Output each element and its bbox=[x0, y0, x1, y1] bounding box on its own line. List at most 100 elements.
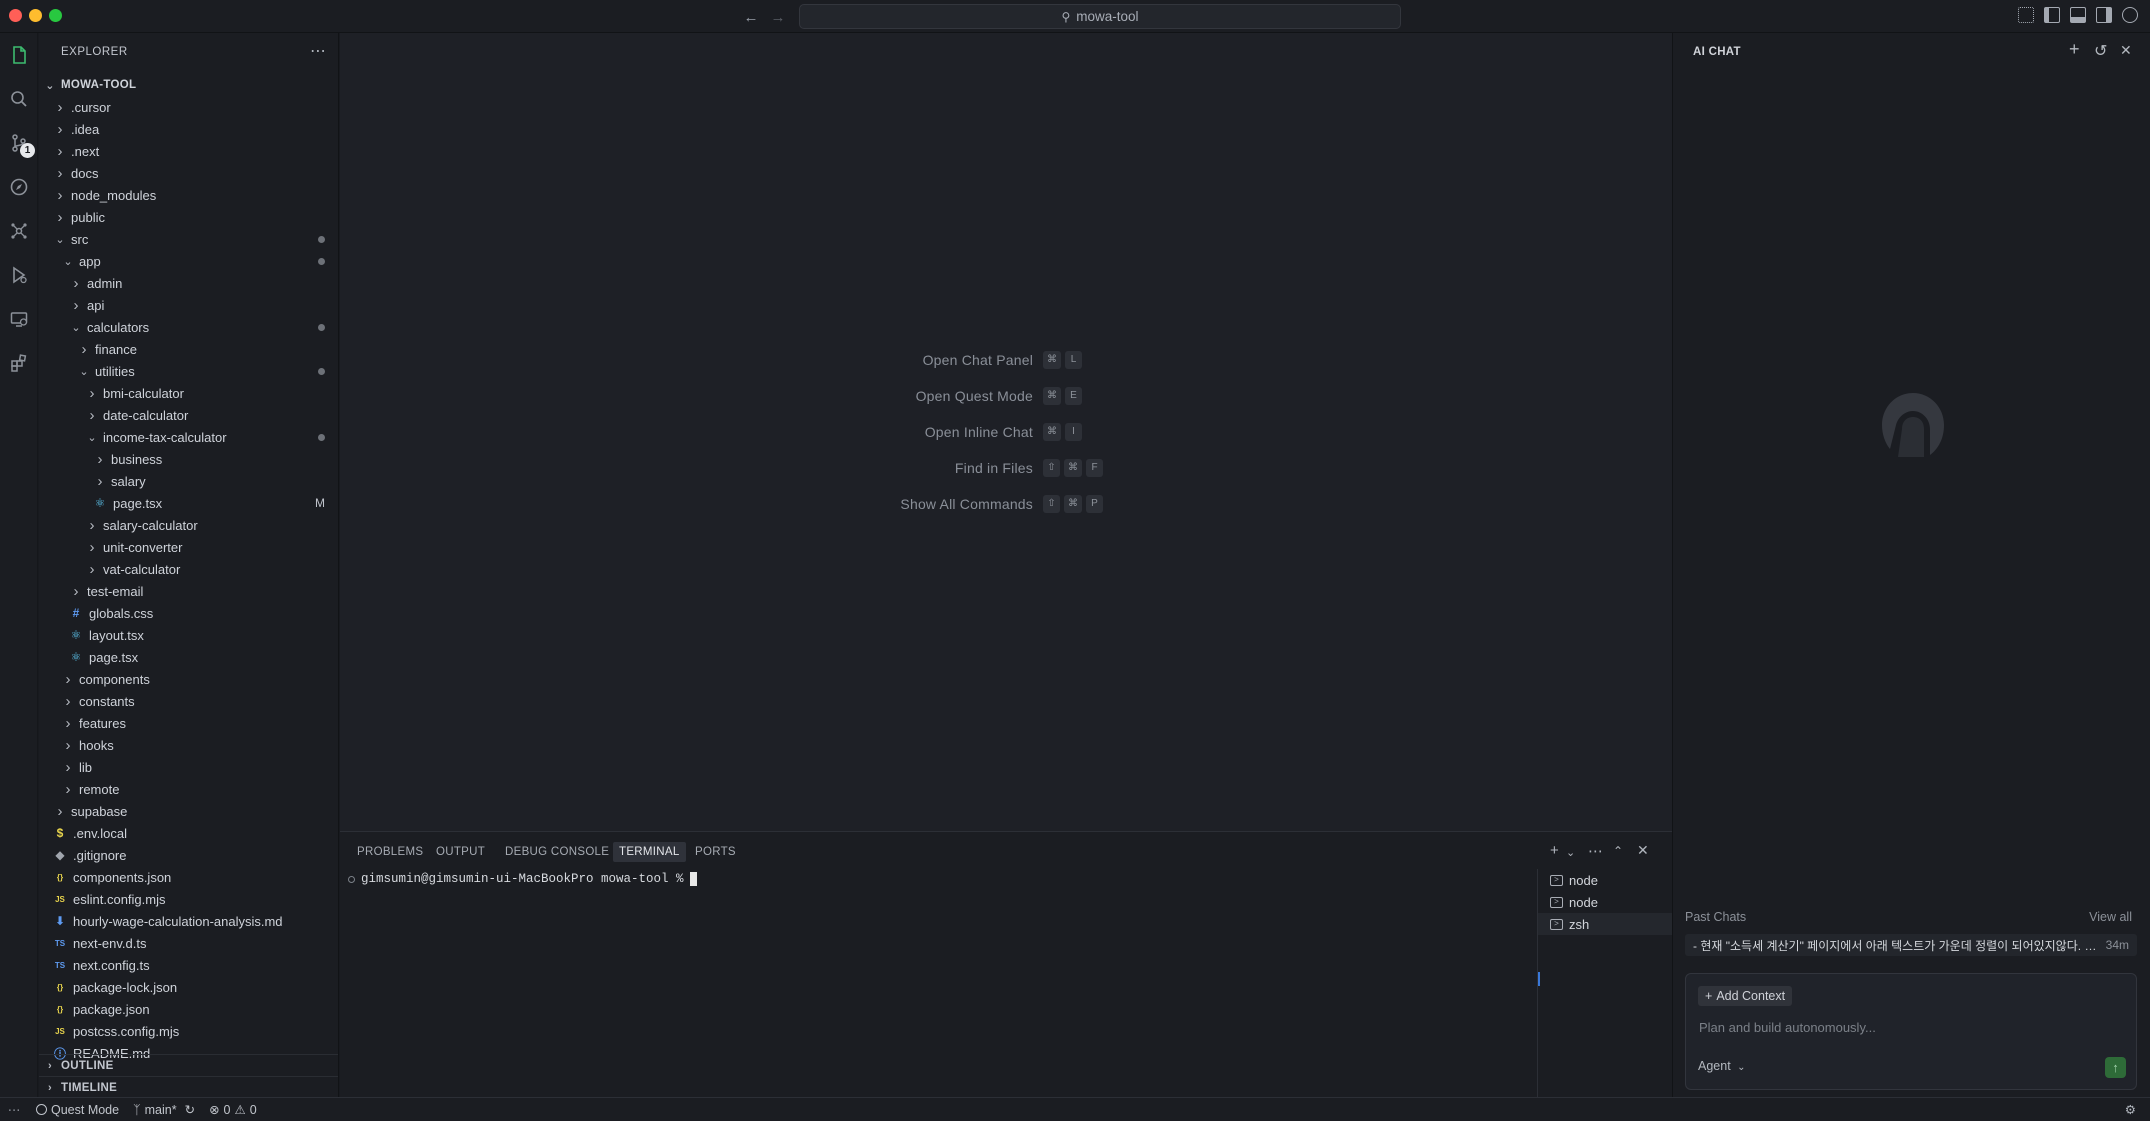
folder-item[interactable]: › .cursor bbox=[39, 96, 338, 118]
extensions-graph-icon[interactable] bbox=[7, 219, 31, 243]
folder-item[interactable]: › components bbox=[39, 668, 338, 690]
command-center-search[interactable]: ⚲ mowa-tool bbox=[799, 4, 1401, 29]
compass-icon[interactable] bbox=[7, 175, 31, 199]
minimize-window-button[interactable] bbox=[29, 9, 42, 22]
file-item[interactable]: {} components.json bbox=[39, 866, 338, 888]
chat-prompt-input[interactable] bbox=[1699, 1020, 2119, 1035]
close-panel-icon[interactable]: ✕ bbox=[1637, 842, 1649, 859]
quest-mode-item[interactable]: Quest Mode bbox=[36, 1103, 119, 1117]
forward-arrow-icon[interactable]: → bbox=[767, 6, 789, 28]
folder-item[interactable]: ⌄ app bbox=[39, 250, 338, 272]
terminal-instance[interactable]: > node bbox=[1538, 869, 1672, 891]
folder-item[interactable]: › node_modules bbox=[39, 184, 338, 206]
folder-item[interactable]: › vat-calculator bbox=[39, 558, 338, 580]
file-item[interactable]: {} package.json bbox=[39, 998, 338, 1020]
folder-item[interactable]: › public bbox=[39, 206, 338, 228]
extensions-icon[interactable] bbox=[7, 351, 31, 375]
remote-indicator[interactable]: ⋯ bbox=[0, 1102, 28, 1117]
customize-layout-icon[interactable] bbox=[2018, 7, 2034, 23]
file-item[interactable]: TS next-env.d.ts bbox=[39, 932, 338, 954]
terminal-instance[interactable]: > zsh bbox=[1538, 913, 1672, 935]
panel-tab-output[interactable]: OUTPUT bbox=[430, 842, 491, 862]
shortcut-hint[interactable]: Open Quest Mode ⌘ E bbox=[916, 385, 1109, 407]
close-window-button[interactable] bbox=[9, 9, 22, 22]
folder-item[interactable]: › finance bbox=[39, 338, 338, 360]
folder-item[interactable]: › bmi-calculator bbox=[39, 382, 338, 404]
close-icon[interactable]: ✕ bbox=[2120, 42, 2132, 59]
file-item[interactable]: {} package-lock.json bbox=[39, 976, 338, 998]
folder-item[interactable]: › salary bbox=[39, 470, 338, 492]
file-item[interactable]: ⬇ hourly-wage-calculation-analysis.md bbox=[39, 910, 338, 932]
folder-item[interactable]: › test-email bbox=[39, 580, 338, 602]
workspace-root[interactable]: ⌄ MOWA-TOOL bbox=[39, 74, 338, 96]
file-item[interactable]: TS next.config.ts bbox=[39, 954, 338, 976]
folder-item[interactable]: › date-calculator bbox=[39, 404, 338, 426]
folder-item[interactable]: ⌄ src bbox=[39, 228, 338, 250]
maximize-panel-icon[interactable]: ⌃ bbox=[1613, 844, 1623, 858]
folder-item[interactable]: › admin bbox=[39, 272, 338, 294]
search-icon[interactable] bbox=[7, 87, 31, 111]
panel-tab-debug-console[interactable]: DEBUG CONSOLE bbox=[499, 842, 615, 862]
branch-item[interactable]: ᛉ main* ↻ bbox=[133, 1102, 195, 1118]
folder-item[interactable]: › constants bbox=[39, 690, 338, 712]
folder-item[interactable]: ⌄ income-tax-calculator bbox=[39, 426, 338, 448]
file-item[interactable]: ◆ .gitignore bbox=[39, 844, 338, 866]
send-button[interactable]: ↑ bbox=[2105, 1057, 2126, 1078]
more-actions-icon[interactable]: ⋯ bbox=[1588, 842, 1603, 860]
file-item[interactable]: ⚛ page.tsx bbox=[39, 646, 338, 668]
modified-dot bbox=[318, 433, 325, 441]
timeline-section[interactable]: › TIMELINE bbox=[39, 1076, 338, 1097]
file-item[interactable]: JS eslint.config.mjs bbox=[39, 888, 338, 910]
file-item[interactable]: ⚛ page.tsx M bbox=[39, 492, 338, 514]
history-icon[interactable]: ↺ bbox=[2094, 41, 2107, 61]
past-chat-item[interactable]: - 현재 "소득세 계산기" 페이지에서 아래 텍스트가 가운데 정렬이 되어있… bbox=[1685, 934, 2137, 956]
folder-item[interactable]: › api bbox=[39, 294, 338, 316]
new-terminal-icon[interactable]: + bbox=[1550, 842, 1559, 859]
agent-mode-select[interactable]: Agent ⌄ bbox=[1698, 1059, 1746, 1073]
file-item[interactable]: $ .env.local bbox=[39, 822, 338, 844]
folder-item[interactable]: › docs bbox=[39, 162, 338, 184]
folder-item[interactable]: › lib bbox=[39, 756, 338, 778]
file-item[interactable]: JS postcss.config.mjs bbox=[39, 1020, 338, 1042]
shortcut-hint[interactable]: Open Chat Panel ⌘ L bbox=[923, 349, 1109, 371]
folder-item[interactable]: › .idea bbox=[39, 118, 338, 140]
folder-item[interactable]: ⌄ utilities bbox=[39, 360, 338, 382]
chevron-down-icon[interactable]: ⌄ bbox=[1566, 846, 1575, 859]
back-arrow-icon[interactable]: ← bbox=[740, 6, 762, 28]
outline-section[interactable]: › OUTLINE bbox=[39, 1054, 338, 1076]
shortcut-hint[interactable]: Show All Commands ⇧ ⌘ P bbox=[900, 493, 1109, 515]
toggle-secondary-sidebar-icon[interactable] bbox=[2096, 7, 2112, 23]
panel-tab-problems[interactable]: PROBLEMS bbox=[351, 842, 429, 862]
shortcut-hint[interactable]: Open Inline Chat ⌘ I bbox=[925, 421, 1109, 443]
toggle-primary-sidebar-icon[interactable] bbox=[2044, 7, 2060, 23]
folder-item[interactable]: › business bbox=[39, 448, 338, 470]
zoom-window-button[interactable] bbox=[49, 9, 62, 22]
explorer-icon[interactable] bbox=[7, 43, 31, 67]
folder-item[interactable]: › salary-calculator bbox=[39, 514, 338, 536]
folder-item[interactable]: › features bbox=[39, 712, 338, 734]
terminal-instance[interactable]: > node bbox=[1538, 891, 1672, 913]
file-item[interactable]: ⚛ layout.tsx bbox=[39, 624, 338, 646]
remote-explorer-icon[interactable] bbox=[7, 307, 31, 331]
notifications-icon[interactable]: ⚙ bbox=[2125, 1102, 2136, 1117]
more-actions-icon[interactable]: ⋯ bbox=[310, 41, 326, 61]
account-icon[interactable] bbox=[2122, 7, 2138, 23]
terminal-output[interactable]: gimsumin@gimsumin-ui-MacBookPro mowa-too… bbox=[348, 872, 697, 886]
file-item[interactable]: # globals.css bbox=[39, 602, 338, 624]
panel-tab-ports[interactable]: PORTS bbox=[689, 842, 742, 862]
add-context-button[interactable]: + Add Context bbox=[1698, 986, 1793, 1006]
toggle-panel-icon[interactable] bbox=[2070, 7, 2086, 23]
view-all-link[interactable]: View all bbox=[2089, 910, 2132, 924]
source-control-icon[interactable]: 1 bbox=[7, 131, 35, 158]
shortcut-hint[interactable]: Find in Files ⇧ ⌘ F bbox=[955, 457, 1109, 479]
folder-item[interactable]: › .next bbox=[39, 140, 338, 162]
run-debug-icon[interactable] bbox=[7, 263, 31, 287]
folder-item[interactable]: › hooks bbox=[39, 734, 338, 756]
folder-item[interactable]: ⌄ calculators bbox=[39, 316, 338, 338]
folder-item[interactable]: › remote bbox=[39, 778, 338, 800]
problems-item[interactable]: ⊗ 0 ⚠ 0 bbox=[209, 1102, 257, 1118]
new-chat-icon[interactable]: + bbox=[2069, 39, 2080, 60]
panel-tab-terminal[interactable]: TERMINAL bbox=[613, 842, 686, 862]
folder-item[interactable]: › supabase bbox=[39, 800, 338, 822]
folder-item[interactable]: › unit-converter bbox=[39, 536, 338, 558]
